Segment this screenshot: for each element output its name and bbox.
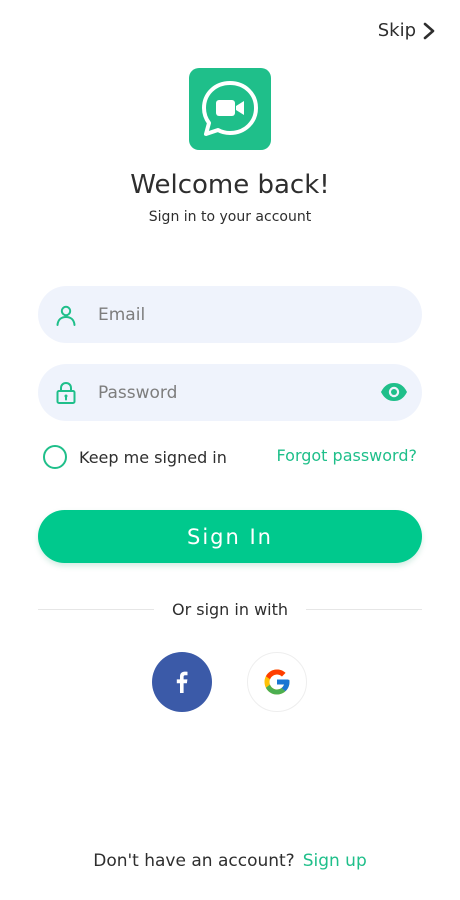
lock-icon — [54, 381, 78, 405]
page-title: Welcome back! — [130, 170, 330, 200]
google-icon — [264, 669, 290, 695]
eye-icon[interactable] — [380, 380, 408, 404]
facebook-icon — [176, 671, 188, 693]
page-subtitle: Sign in to your account — [148, 209, 312, 225]
forgot-password-link[interactable]: Forgot password? — [277, 446, 417, 465]
social-divider: Or sign in with — [38, 600, 422, 619]
password-input[interactable] — [98, 382, 358, 403]
email-input[interactable] — [98, 304, 358, 325]
user-icon — [54, 303, 78, 327]
divider-line-left — [38, 609, 154, 610]
checkbox-circle[interactable] — [43, 445, 67, 469]
divider-line-right — [305, 609, 422, 610]
video-chat-icon — [202, 81, 258, 136]
keep-signed-in-label: Keep me signed in — [79, 447, 227, 467]
skip-button[interactable]: Skip — [378, 20, 436, 41]
skip-label: Skip — [377, 20, 416, 41]
email-field[interactable] — [38, 286, 422, 343]
login-screen: Skip Welcome back! Sign in to your accou… — [0, 0, 460, 900]
sign-up-link[interactable]: Sign up — [303, 851, 367, 871]
signup-question: Don't have an account? — [93, 851, 295, 871]
app-logo — [189, 68, 271, 150]
facebook-button[interactable] — [152, 652, 212, 712]
google-button[interactable] — [247, 652, 307, 712]
sign-in-button[interactable]: Sign In — [38, 510, 422, 563]
chevron-right-icon — [423, 22, 435, 39]
divider-label: Or sign in with — [171, 600, 289, 619]
password-field[interactable] — [38, 364, 422, 421]
signup-prompt: Don't have an account? Sign up — [0, 851, 460, 871]
keep-signed-in-checkbox[interactable]: Keep me signed in — [43, 445, 227, 469]
